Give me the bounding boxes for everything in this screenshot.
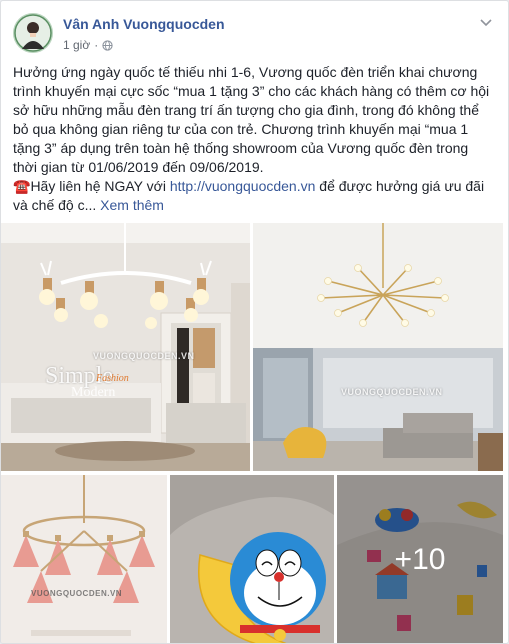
post-header: Vân Anh Vuongquocden 1 giờ · [13, 13, 498, 53]
photo-watermark: VUONGQUOCDEN.VN [93, 351, 195, 361]
more-photos-count: +10 [394, 543, 446, 576]
see-more-link[interactable]: Xem thêm [100, 197, 164, 213]
post-text: Hưởng ứng ngày quốc tế thiếu nhi 1-6, Vư… [13, 63, 493, 215]
post-card: Vân Anh Vuongquocden 1 giờ · Hưởng ứng n… [0, 0, 509, 644]
post-body: Hưởng ứng ngày quốc tế thiếu nhi 1-6, Vư… [13, 64, 490, 175]
photo-kids-ceiling-more[interactable]: +10 [337, 475, 503, 643]
time-separator: · [94, 38, 99, 52]
more-photos-overlay[interactable]: +10 [337, 475, 503, 643]
post-time: 1 giờ · [63, 38, 113, 52]
time-label[interactable]: 1 giờ [63, 38, 90, 52]
photo-brand-sub: Modern [71, 385, 116, 400]
website-link[interactable]: http://vuongquocden.vn [170, 178, 316, 194]
globe-icon[interactable] [102, 39, 113, 51]
photo-watermark: VUONGQUOCDEN.VN [31, 589, 123, 598]
photo-brand-script: Fashion [96, 373, 129, 384]
photo-doraemon-lamp[interactable] [170, 475, 334, 643]
contact-prefix: Hãy liên hệ NGAY với [30, 178, 170, 194]
avatar[interactable] [13, 13, 53, 53]
phone-icon: ☎️ [13, 178, 31, 194]
avatar-image [13, 13, 53, 53]
chevron-down-icon[interactable] [478, 15, 494, 31]
photo-gold-chandelier[interactable]: VUONGQUOCDEN.VN [253, 223, 503, 471]
photo-pink-chandelier[interactable]: VUONGQUOCDEN.VN [1, 475, 167, 643]
photo-watermark: VUONGQUOCDEN.VN [341, 387, 443, 397]
author-name[interactable]: Vân Anh Vuongquocden [63, 16, 225, 32]
photo-living-room-chandelier[interactable]: VUONGQUOCDEN.VN Simple Fashion Modern [1, 223, 250, 471]
